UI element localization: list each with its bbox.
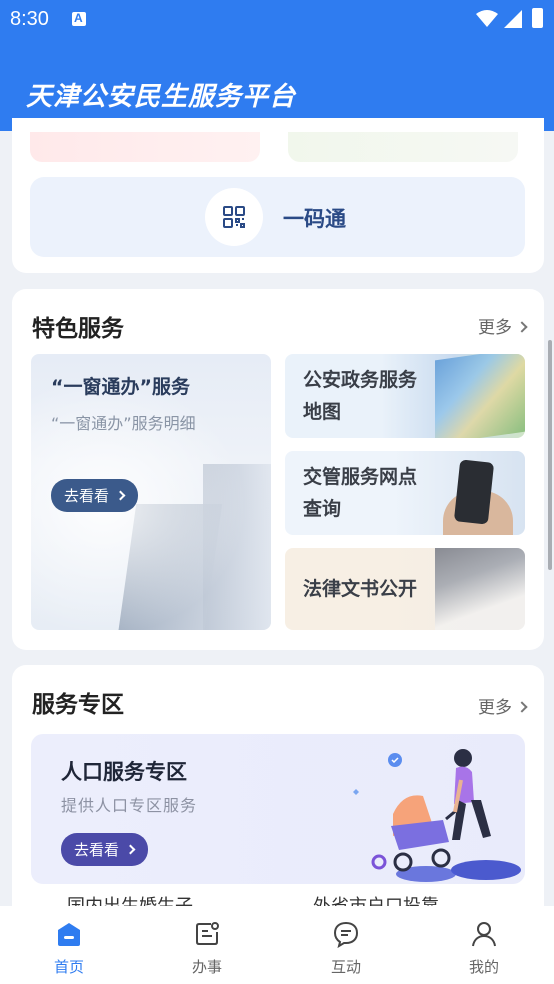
tile-subtitle: “一窗通办”服务明细 bbox=[51, 414, 196, 433]
nav-label: 互动 bbox=[330, 958, 361, 976]
app-header: 8:30 天津公安民生服务平台 bbox=[0, 0, 554, 131]
tile-label: 交管服务网点 查询 bbox=[303, 461, 417, 525]
more-link[interactable]: 更多 bbox=[478, 313, 528, 338]
service-zone-card: 服务专区 更多 人口服务专区 提供人口专区服务 去看看 国内出生婚生子 外省市户… bbox=[12, 665, 544, 925]
section-title-text: 特色服务 bbox=[32, 316, 124, 342]
tile-label-line2: 查询 bbox=[303, 498, 342, 520]
go-see-button[interactable]: 去看看 bbox=[51, 479, 139, 512]
service-tile-partial[interactable] bbox=[288, 132, 518, 162]
banner-title: 人口服务专区 bbox=[61, 760, 187, 784]
more-link[interactable]: 更多 bbox=[478, 693, 528, 718]
one-window-service-tile[interactable]: “一窗通办”服务 “一窗通办”服务明细 去看看 bbox=[31, 354, 271, 630]
notification-a-icon bbox=[72, 11, 86, 26]
home-icon bbox=[58, 923, 80, 946]
wifi-icon bbox=[476, 10, 498, 27]
legal-documents-tile[interactable]: 法律文书公开 bbox=[285, 548, 525, 630]
app-title: 天津公安民生服务平台 bbox=[26, 82, 297, 112]
banner-subtitle: 提供人口专区服务 bbox=[61, 796, 198, 815]
section-title-text: 服务专区 bbox=[32, 692, 124, 718]
user-icon bbox=[472, 922, 496, 947]
nav-profile[interactable]: 我的 bbox=[415, 906, 553, 984]
chevron-right-icon bbox=[115, 490, 126, 501]
one-code-label: 一码通 bbox=[283, 207, 346, 231]
tile-label: 公安政务服务 地图 bbox=[303, 364, 417, 428]
battery-icon bbox=[532, 8, 543, 28]
go-see-label: 去看看 bbox=[74, 841, 120, 859]
more-label: 更多 bbox=[478, 698, 512, 718]
tile-label-line2: 地图 bbox=[303, 401, 342, 423]
more-label: 更多 bbox=[478, 318, 512, 338]
tile-label-line1: 公安政务服务 bbox=[303, 369, 418, 391]
chat-icon bbox=[333, 921, 359, 948]
police-service-map-tile[interactable]: 公安政务服务 地图 bbox=[285, 354, 525, 438]
one-code-button[interactable]: 一码通 bbox=[30, 177, 525, 257]
map-image bbox=[435, 354, 525, 438]
go-see-label: 去看看 bbox=[64, 487, 110, 505]
population-service-banner[interactable]: 人口服务专区 提供人口专区服务 去看看 bbox=[31, 734, 525, 884]
chevron-right-icon bbox=[516, 701, 528, 713]
nav-label: 我的 bbox=[468, 958, 499, 976]
qr-code-icon bbox=[205, 188, 263, 246]
mother-stroller-illustration bbox=[353, 749, 521, 882]
nav-label: 首页 bbox=[53, 958, 84, 976]
chevron-right-icon bbox=[125, 844, 136, 855]
chevron-right-icon bbox=[516, 321, 528, 333]
traffic-service-points-tile[interactable]: 交管服务网点 查询 bbox=[285, 451, 525, 535]
nav-home[interactable]: 首页 bbox=[0, 906, 138, 984]
tile-label-line1: 法律文书公开 bbox=[303, 578, 418, 600]
featured-services-card: 特色服务 更多 “一窗通办”服务 “一窗通办”服务明细 去看看 公安政务服务 地… bbox=[12, 289, 544, 650]
bottom-nav: 首页 办事 互动 我的 bbox=[0, 906, 554, 984]
status-bar: 8:30 bbox=[0, 0, 554, 40]
task-icon bbox=[196, 922, 219, 945]
go-see-button[interactable]: 去看看 bbox=[61, 833, 149, 866]
tile-title: “一窗通办”服务 bbox=[51, 376, 190, 398]
tile-label: 法律文书公开 bbox=[303, 573, 417, 605]
nav-label: 办事 bbox=[191, 958, 222, 976]
writing-image bbox=[435, 548, 525, 630]
tile-label-line1: 交管服务网点 bbox=[303, 466, 418, 488]
nav-interaction[interactable]: 互动 bbox=[277, 906, 415, 984]
scrollbar[interactable] bbox=[548, 340, 552, 570]
section-title: 特色服务 bbox=[32, 309, 124, 343]
phone-image bbox=[453, 459, 495, 525]
service-tile-partial[interactable] bbox=[30, 132, 260, 162]
signal-icon bbox=[504, 10, 522, 28]
nav-services[interactable]: 办事 bbox=[138, 906, 276, 984]
section-title: 服务专区 bbox=[32, 685, 124, 719]
quick-services-card: 一码通 bbox=[12, 118, 544, 273]
status-time: 8:30 bbox=[10, 8, 49, 30]
